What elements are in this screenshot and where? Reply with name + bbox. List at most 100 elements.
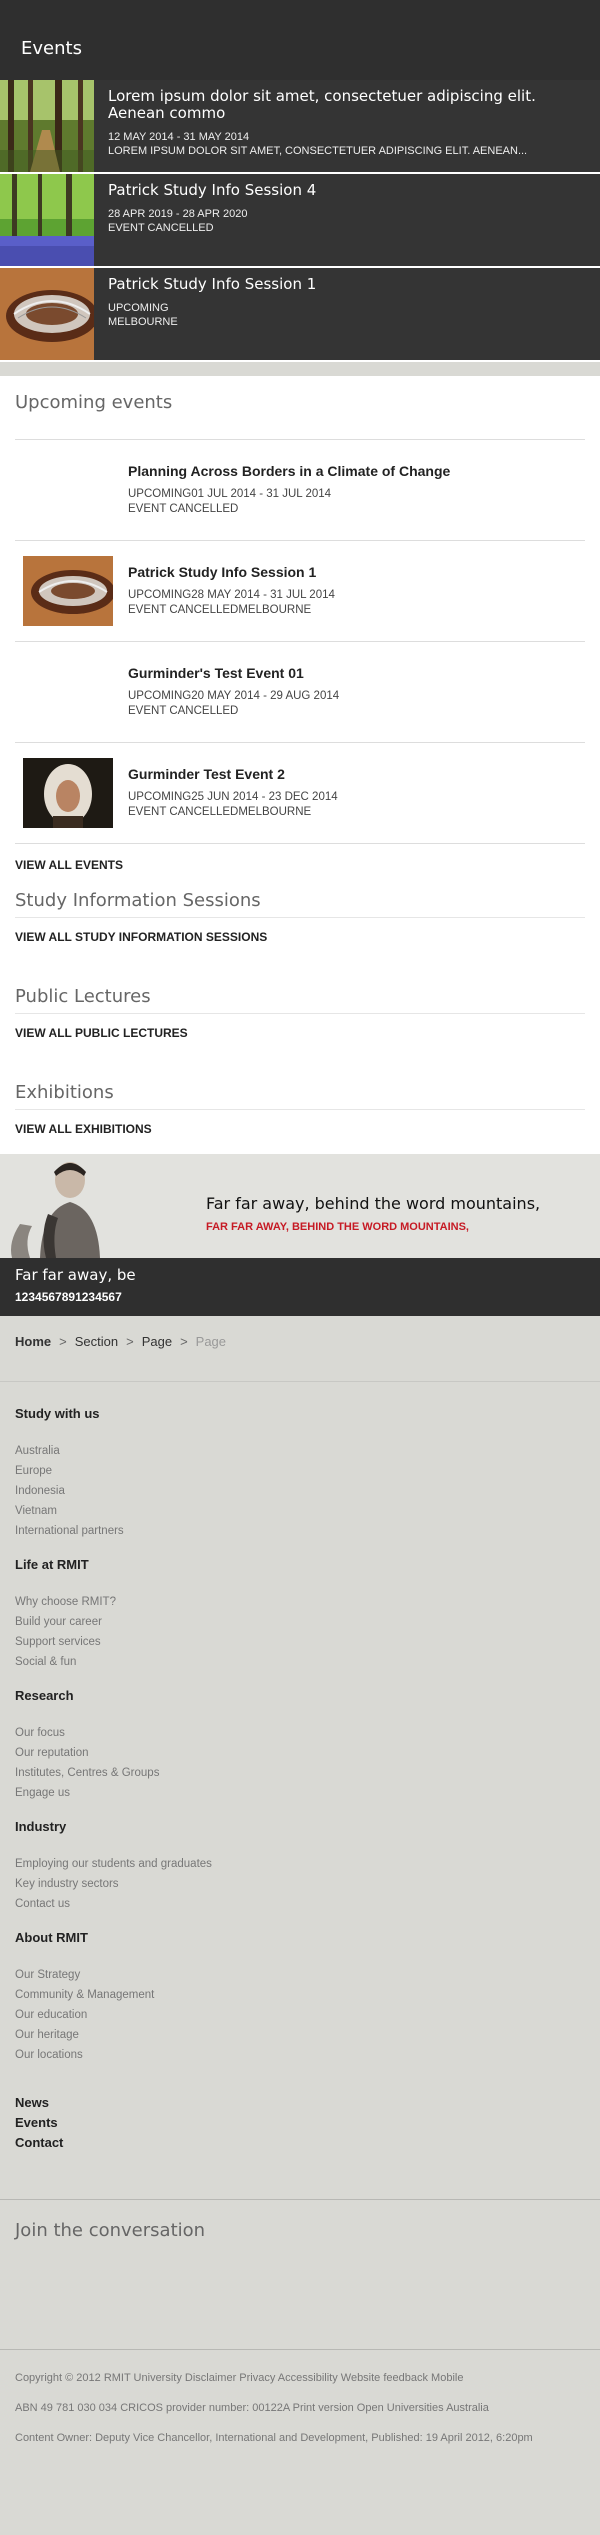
breadcrumb-current: Page [195, 1334, 227, 1349]
footer-group-heading: Study with us [15, 1406, 100, 1421]
footer-group-heading: About RMIT [15, 1930, 88, 1945]
promo-bar-number: 1234567891234567 [15, 1290, 122, 1304]
footer-link-news[interactable]: News [15, 2093, 585, 2113]
featured-event-date: 12 MAY 2014 - 31 MAY 2014 [108, 131, 250, 143]
social-section: Join the conversation [0, 2199, 600, 2349]
study-sessions-heading: Study Information Sessions [15, 880, 585, 918]
event-date: UPCOMING20 MAY 2014 - 29 AUG 2014 [128, 690, 340, 702]
featured-event-title: Patrick Study Info Session 4 [108, 181, 317, 199]
featured-event-summary: LOREM IPSUM DOLOR SIT AMET, CONSECTETUER… [108, 145, 528, 157]
event-list-item[interactable]: Gurminder's Test Event 01 UPCOMING20 MAY… [15, 642, 585, 743]
featured-event-title: Patrick Study Info Session 1 [108, 275, 317, 293]
event-status: EVENT CANCELLED [128, 705, 239, 717]
breadcrumb-section[interactable]: Section [75, 1334, 118, 1349]
footer-link[interactable]: Our heritage [15, 2025, 585, 2045]
event-title: Patrick Study Info Session 1 [128, 564, 317, 580]
view-all-exhibitions-link[interactable]: VIEW ALL EXHIBITIONS [15, 1110, 585, 1136]
footer-group-about: About RMIT Our Strategy Community & Mana… [15, 1930, 585, 2065]
view-all-study-sessions-link[interactable]: VIEW ALL STUDY INFORMATION SESSIONS [15, 918, 585, 944]
exhibitions-section: Exhibitions VIEW ALL EXHIBITIONS [15, 1082, 585, 1136]
event-status: EVENT CANCELLEDMELBOURNE [128, 604, 312, 616]
featured-event[interactable]: Patrick Study Info Session 4 28 APR 2019… [0, 174, 600, 268]
public-lectures-heading: Public Lectures [15, 986, 585, 1014]
footer-link[interactable]: Engage us [15, 1783, 585, 1803]
page-header: Events [0, 0, 600, 80]
legal-footer: Copyright © 2012 RMIT University Disclai… [0, 2349, 600, 2490]
public-lectures-section: Public Lectures VIEW ALL PUBLIC LECTURES [15, 986, 585, 1040]
footer-group-industry: Industry Employing our students and grad… [15, 1819, 585, 1914]
piano-mechanism-photo [0, 268, 94, 360]
footer-link[interactable]: Indonesia [15, 1481, 585, 1501]
footer-link[interactable]: Support services [15, 1632, 585, 1652]
featured-event-title: Lorem ipsum dolor sit amet, consectetuer… [108, 87, 536, 122]
event-list-item[interactable]: Planning Across Borders in a Climate of … [15, 440, 585, 541]
upcoming-events-heading: Upcoming events [15, 376, 585, 440]
content-owner-line: Content Owner: Deputy Vice Chancellor, I… [15, 2432, 533, 2444]
promo-subheadline: FAR FAR AWAY, BEHIND THE WORD MOUNTAINS, [206, 1221, 469, 1233]
featured-event-date: 28 APR 2019 - 28 APR 2020 [108, 208, 248, 220]
footer-link[interactable]: Why choose RMIT? [15, 1592, 585, 1612]
featured-event-location: MELBOURNE [108, 316, 178, 328]
breadcrumb-separator: > [180, 1334, 188, 1349]
copyright-line[interactable]: Copyright © 2012 RMIT University Disclai… [15, 2370, 585, 2386]
footer-group-study: Study with us Australia Europe Indonesia… [15, 1406, 585, 1541]
footer-link[interactable]: Our locations [15, 2045, 585, 2065]
featured-events: Lorem ipsum dolor sit amet, consectetuer… [0, 80, 600, 362]
footer-group-heading: Life at RMIT [15, 1557, 89, 1572]
footer-group-life: Life at RMIT Why choose RMIT? Build your… [15, 1557, 585, 1672]
promo-caption-bar: Far far away, be 1234567891234567 [0, 1258, 600, 1316]
featured-event[interactable]: Patrick Study Info Session 1 UPCOMING ME… [0, 268, 600, 362]
footer-link[interactable]: Community & Management [15, 1985, 585, 2005]
featured-event-status: UPCOMING [108, 302, 169, 314]
view-all-events-link[interactable]: VIEW ALL EVENTS [15, 844, 585, 872]
page-title: Events [21, 38, 82, 59]
footer-link[interactable]: International partners [15, 1521, 585, 1541]
breadcrumb-separator: > [126, 1334, 134, 1349]
footer-link[interactable]: Our focus [15, 1723, 585, 1743]
footer-link[interactable]: Institutes, Centres & Groups [15, 1763, 585, 1783]
site-footer: Study with us Australia Europe Indonesia… [0, 1382, 600, 2490]
divider [0, 362, 600, 376]
footer-link[interactable]: Employing our students and graduates [15, 1854, 585, 1874]
breadcrumb: Home > Section > Page > Page [0, 1316, 600, 1382]
promo-banner[interactable]: Far far away, behind the word mountains,… [0, 1154, 600, 1258]
study-sessions-section: Study Information Sessions VIEW ALL STUD… [15, 880, 585, 944]
event-title: Gurminder Test Event 2 [128, 766, 285, 782]
event-thumbnail-empty [23, 455, 113, 525]
footer-link-events[interactable]: Events [15, 2113, 585, 2133]
abn-line: ABN 49 781 030 034 CRICOS provider numbe… [15, 2402, 489, 2414]
promo-headline: Far far away, behind the word mountains, [206, 1194, 541, 1213]
footer-nav: Study with us Australia Europe Indonesia… [0, 1382, 600, 2153]
breadcrumb-page[interactable]: Page [142, 1334, 172, 1349]
events-listing: Upcoming events Planning Across Borders … [0, 376, 600, 1154]
join-conversation-heading: Join the conversation [15, 2220, 206, 2241]
forest-path-photo [0, 80, 94, 172]
footer-link[interactable]: Contact us [15, 1894, 585, 1914]
footer-link[interactable]: Build your career [15, 1612, 585, 1632]
piano-mechanism-photo [23, 556, 115, 626]
view-all-public-lectures-link[interactable]: VIEW ALL PUBLIC LECTURES [15, 1014, 585, 1040]
featured-event-status: EVENT CANCELLED [108, 222, 214, 234]
breadcrumb-home[interactable]: Home [15, 1334, 51, 1349]
event-title: Gurminder's Test Event 01 [128, 665, 304, 681]
event-list-item[interactable]: Patrick Study Info Session 1 UPCOMING28 … [15, 541, 585, 642]
student-photo [0, 1154, 156, 1258]
footer-link[interactable]: Our Strategy [15, 1965, 585, 1985]
footer-group-heading: Research [15, 1688, 74, 1703]
footer-group-research: Research Our focus Our reputation Instit… [15, 1688, 585, 1803]
footer-link[interactable]: Our education [15, 2005, 585, 2025]
breadcrumb-separator: > [59, 1334, 67, 1349]
event-thumbnail-empty [23, 657, 113, 727]
event-title: Planning Across Borders in a Climate of … [128, 463, 451, 479]
event-date: UPCOMING25 JUN 2014 - 23 DEC 2014 [128, 791, 338, 803]
footer-group-heading: Industry [15, 1819, 67, 1834]
footer-link[interactable]: Europe [15, 1461, 585, 1481]
footer-link[interactable]: Australia [15, 1441, 585, 1461]
footer-link[interactable]: Vietnam [15, 1501, 585, 1521]
footer-link-contact[interactable]: Contact [15, 2133, 585, 2153]
footer-link[interactable]: Social & fun [15, 1652, 585, 1672]
featured-event[interactable]: Lorem ipsum dolor sit amet, consectetuer… [0, 80, 600, 174]
footer-link[interactable]: Our reputation [15, 1743, 585, 1763]
footer-link[interactable]: Key industry sectors [15, 1874, 585, 1894]
event-list-item[interactable]: Gurminder Test Event 2 UPCOMING25 JUN 20… [15, 743, 585, 844]
